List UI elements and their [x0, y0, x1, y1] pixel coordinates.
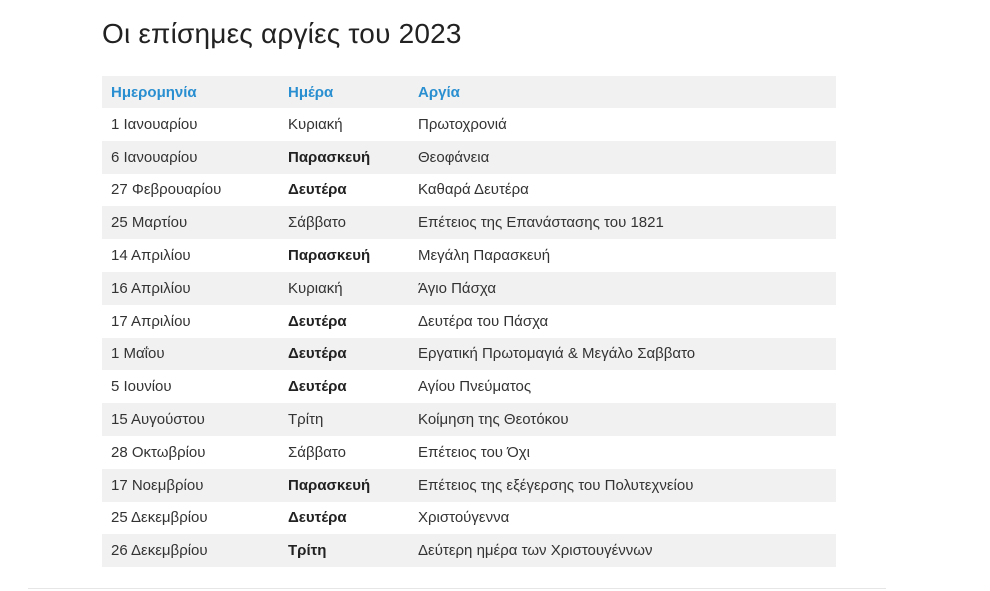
- cell-date: 26 Δεκεμβρίου: [111, 542, 208, 560]
- cell-date: 25 Μαρτίου: [111, 214, 188, 232]
- page-title: Οι επίσημες αργίες του 2023: [102, 18, 462, 49]
- cell-day: Τρίτη: [288, 411, 324, 429]
- cell-date: 1 Ιανουαρίου: [111, 115, 198, 133]
- cell-day: Δευτέρα: [288, 312, 347, 330]
- cell-day: Τρίτη: [288, 542, 327, 560]
- cell-date: 14 Απριλίου: [111, 247, 191, 265]
- cell-holiday: Καθαρά Δευτέρα: [418, 181, 529, 199]
- cell-day: Κυριακή: [288, 115, 343, 133]
- cell-day: Δευτέρα: [288, 345, 347, 363]
- column-header-date[interactable]: Ημερομηνία: [102, 76, 288, 108]
- cell-holiday: Επέτειος της εξέγερσης του Πολυτεχνείου: [418, 476, 694, 494]
- table-row: 27 Φεβρουαρίου Δευτέρα Καθαρά Δευτέρα: [102, 174, 836, 207]
- cell-day: Δευτέρα: [288, 181, 347, 199]
- cell-holiday: Εργατική Πρωτομαγιά & Μεγάλο Σαββατο: [418, 345, 696, 363]
- cell-holiday: Μεγάλη Παρασκευή: [418, 247, 551, 265]
- cell-day: Κυριακή: [288, 279, 343, 297]
- cell-holiday: Επέτειος του Όχι: [418, 443, 530, 461]
- cell-date: 6 Ιανουαρίου: [111, 148, 198, 166]
- cell-holiday: Δευτέρα του Πάσχα: [418, 312, 549, 330]
- cell-date: 1 Μαΐου: [111, 345, 165, 363]
- cell-holiday: Άγιο Πάσχα: [418, 279, 496, 297]
- table-row: 1 Μαΐου Δευτέρα Εργατική Πρωτομαγιά & Μεγά…: [102, 337, 836, 371]
- bottom-divider: [28, 588, 886, 589]
- cell-date: 17 Απριλίου: [111, 312, 191, 330]
- cell-date: 27 Φεβρουαρίου: [111, 181, 222, 199]
- cell-date: 16 Απριλίου: [111, 279, 191, 297]
- table-row: 14 Απριλίου Παρασκευή Μεγάλη Παρασκευή: [102, 239, 836, 272]
- table-row: 1 Ιανουαρίου Κυριακή Πρωτοχρονιά: [102, 108, 836, 141]
- table-row: 15 Αυγούστου Τρίτη Κοίμηση της Θεοτόκου: [102, 403, 836, 436]
- cell-date: 17 Νοεμβρίου: [111, 476, 204, 494]
- cell-holiday: Επέτειος της Επανάστασης του 1821: [418, 214, 664, 232]
- table-row: 25 Δεκεμβρίου Δευτέρα Χριστούγεννα: [102, 502, 836, 535]
- table-header-row: Ημερομηνία Ημέρα Αργία: [102, 76, 836, 108]
- cell-date: 15 Αυγούστου: [111, 411, 205, 429]
- table-row: 5 Ιουνίου Δευτέρα Αγίου Πνεύματος: [102, 370, 836, 403]
- cell-holiday: Αγίου Πνεύματος: [418, 378, 532, 396]
- cell-day: Παρασκευή: [288, 476, 371, 494]
- cell-date: 5 Ιουνίου: [111, 378, 172, 396]
- cell-date: 25 Δεκεμβρίου: [111, 509, 208, 527]
- cell-day: Σάββατο: [288, 443, 346, 461]
- table-row: 25 Μαρτίου Σάββατο Επέτειος της Επανάσταση…: [102, 206, 836, 240]
- table-row: 17 Νοεμβρίου Παρασκευή Επέτειος της εξέγερ…: [102, 468, 836, 502]
- cell-day: Δευτέρα: [288, 378, 347, 396]
- table-row: 16 Απριλίου Κυριακή Άγιο Πάσχα: [102, 271, 836, 305]
- cell-holiday: Δεύτερη ημέρα των Χριστουγέννων: [418, 542, 653, 560]
- cell-day: Παρασκευή: [288, 148, 371, 166]
- cell-day: Δευτέρα: [288, 509, 347, 527]
- table-row: 26 Δεκεμβρίου Τρίτη Δεύτερη ημέρα των Χρισ…: [102, 534, 836, 568]
- column-header-holiday[interactable]: Αργία: [418, 76, 836, 108]
- holidays-table: Ημερομηνία Ημέρα Αργία 1 Ιανουαρίου Κυρια…: [102, 76, 836, 568]
- cell-day: Σάββατο: [288, 214, 346, 232]
- column-header-day[interactable]: Ημέρα: [288, 76, 418, 108]
- table-body: 1 Ιανουαρίου Κυριακή Πρωτοχρονιά 6 Ιανουαρί…: [102, 108, 836, 568]
- table-row: 6 Ιανουαρίου Παρασκευή Θεοφάνεια: [102, 140, 836, 174]
- cell-date: 28 Οκτωβρίου: [111, 443, 206, 461]
- cell-day: Παρασκευή: [288, 247, 371, 265]
- cell-holiday: Κοίμηση της Θεοτόκου: [418, 411, 569, 429]
- cell-holiday: Χριστούγεννα: [418, 509, 510, 527]
- table-row: 17 Απριλίου Δευτέρα Δευτέρα του Πάσχα: [102, 305, 836, 338]
- table-row: 28 Οκτωβρίου Σάββατο Επέτειος του Όχι: [102, 436, 836, 469]
- cell-holiday: Θεοφάνεια: [418, 148, 490, 166]
- cell-holiday: Πρωτοχρονιά: [418, 115, 507, 133]
